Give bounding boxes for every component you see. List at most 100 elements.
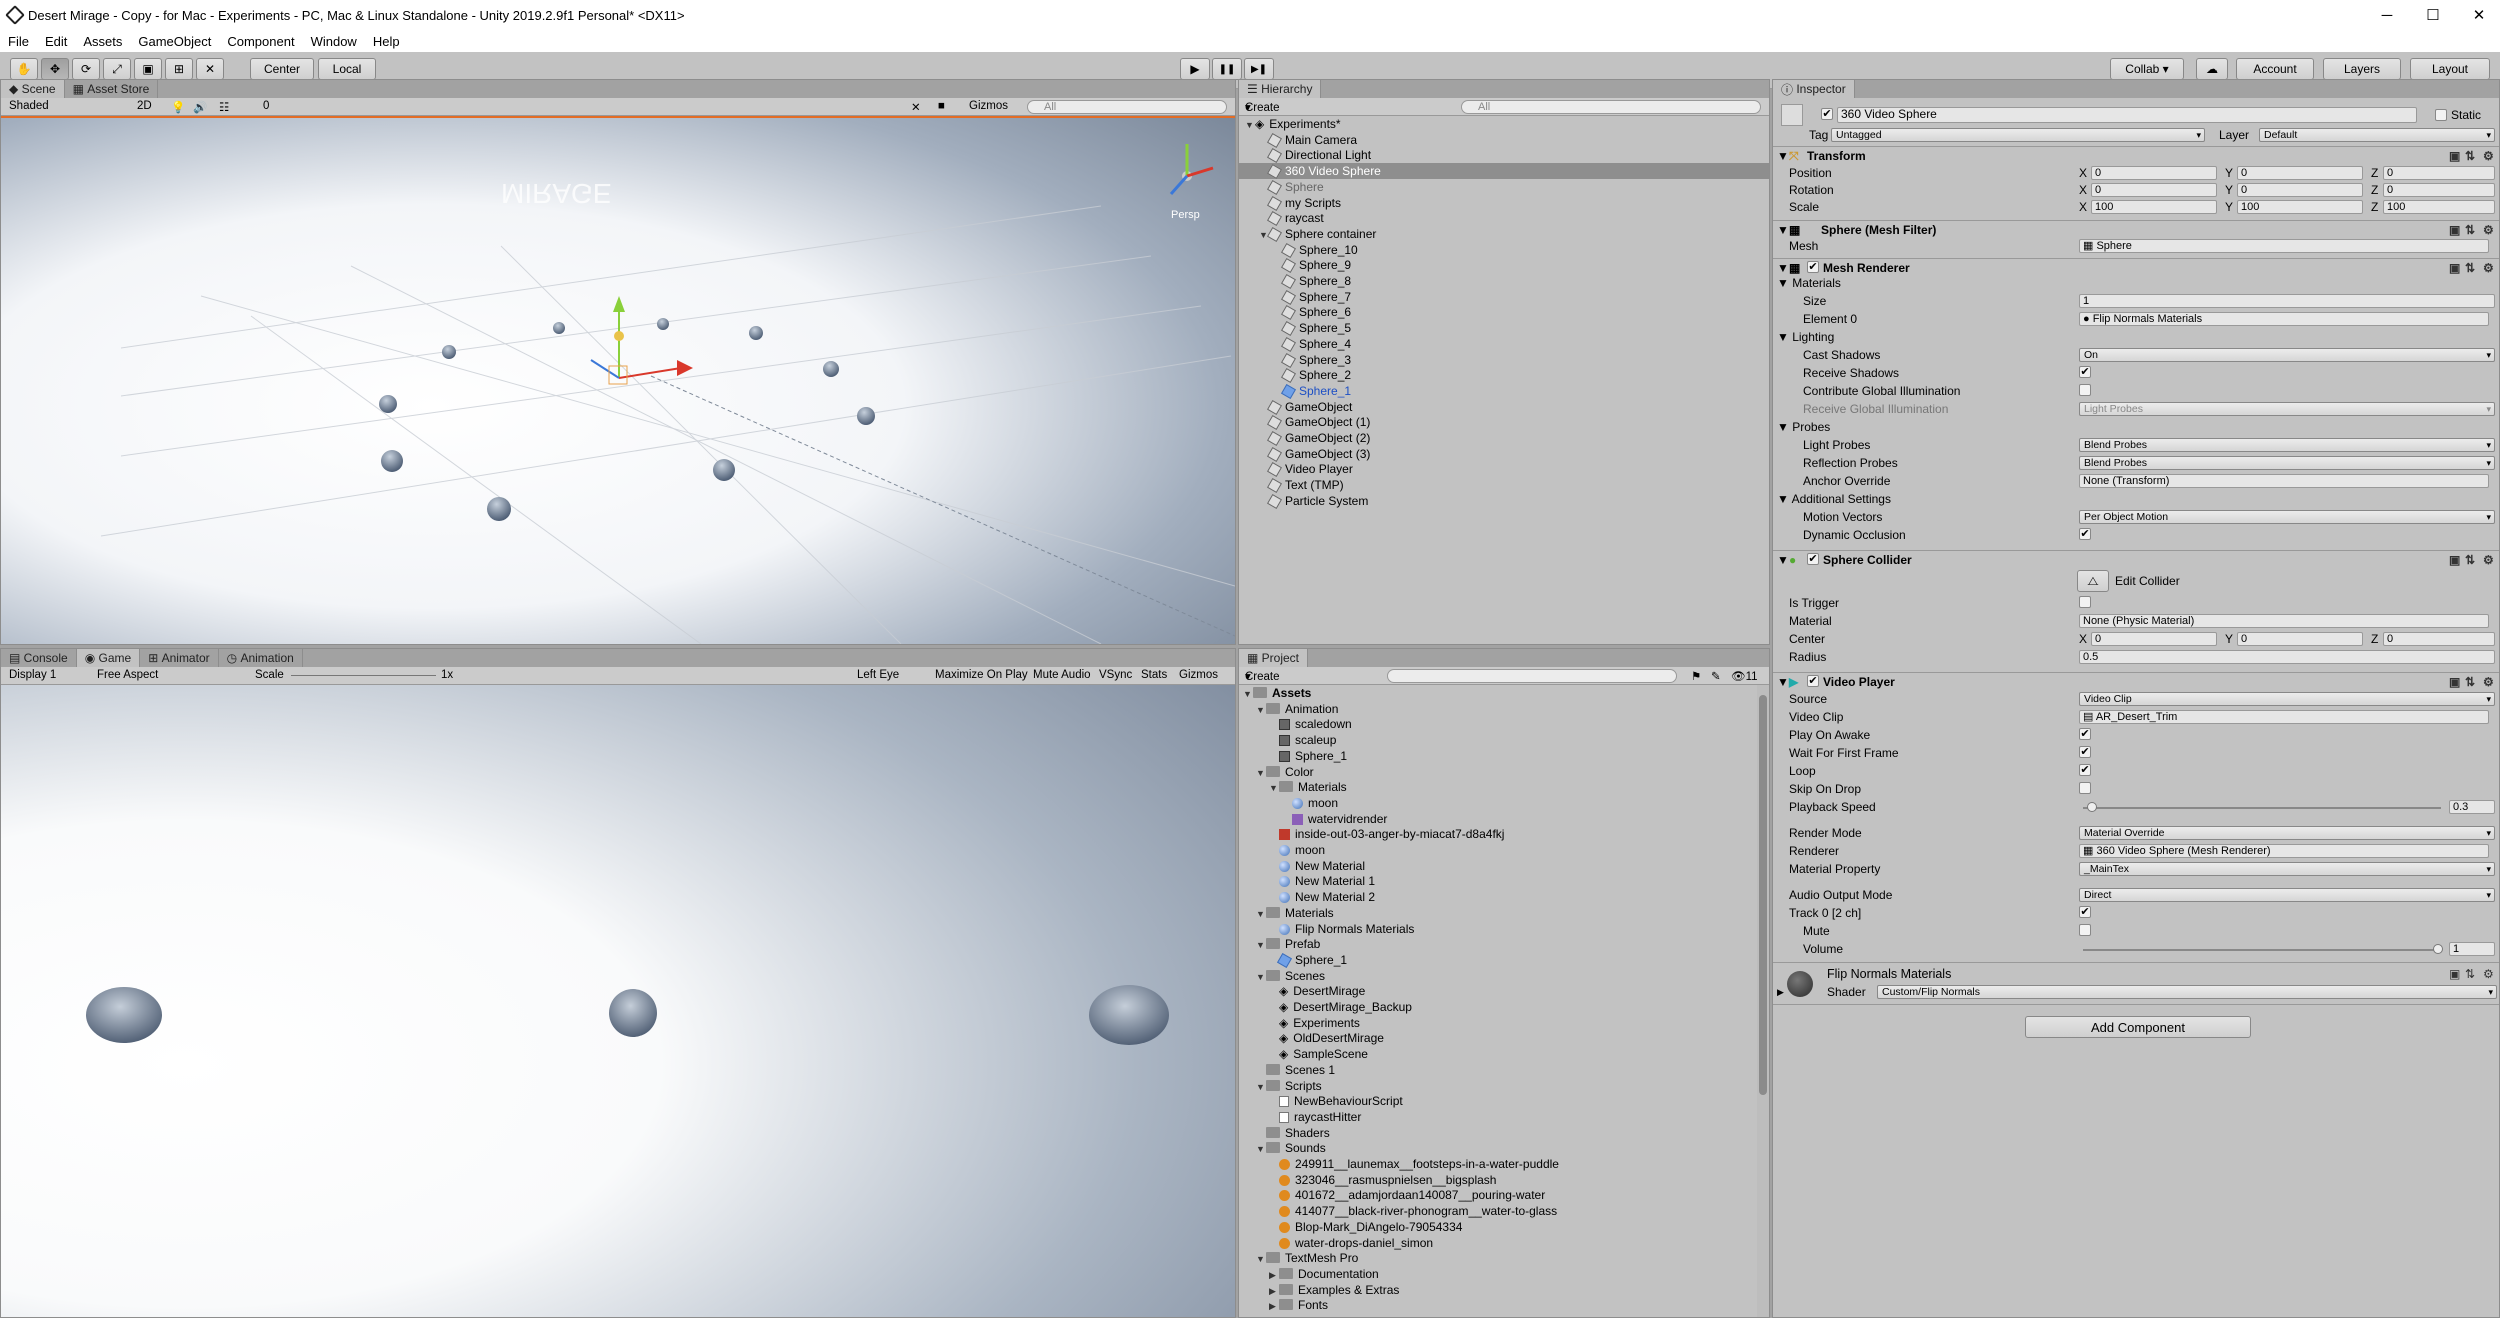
project-row[interactable]: Sphere_1 <box>1239 748 1757 764</box>
project-row[interactable]: New Material 1 <box>1239 873 1757 889</box>
tab-asset-store[interactable]: ▦ Asset Store <box>65 80 159 98</box>
play-button[interactable]: ▶ <box>1180 58 1210 80</box>
anchor-override-field[interactable]: None (Transform) <box>2079 474 2489 488</box>
hierarchy-row[interactable]: Sphere_9 <box>1239 257 1769 274</box>
rotate-tool-icon[interactable]: ⟳ <box>72 58 100 80</box>
materials-size-field[interactable]: 1 <box>2079 294 2495 308</box>
collab-button[interactable]: Collab ▾ <box>2110 58 2184 80</box>
layers-dropdown[interactable]: Layers <box>2323 58 2401 80</box>
foldout-arrow-icon[interactable]: ▼ <box>1256 937 1266 953</box>
active-checkbox[interactable]: ✔ <box>1821 108 1833 120</box>
hierarchy-row[interactable]: GameObject (2) <box>1239 430 1769 447</box>
transform-pos-y-field[interactable]: 0 <box>2237 166 2363 180</box>
hierarchy-row[interactable]: Particle System <box>1239 493 1769 509</box>
hierarchy-row[interactable]: ▼◈ Experiments* <box>1239 116 1769 132</box>
track0-checkbox[interactable]: ✔ <box>2079 906 2091 918</box>
hierarchy-row[interactable]: Sphere_8 <box>1239 273 1769 290</box>
gameobject-name-field[interactable]: 360 Video Sphere <box>1837 107 2417 123</box>
minimize-button[interactable]: ─ <box>2364 0 2410 30</box>
layout-dropdown[interactable]: Layout <box>2410 58 2490 80</box>
project-row[interactable]: 323046__rasmuspnielsen__bigsplash <box>1239 1172 1757 1188</box>
project-row[interactable]: scaledown <box>1239 716 1757 732</box>
sphere-collider-enabled-checkbox[interactable]: ✔ <box>1807 553 1819 565</box>
playback-speed-thumb[interactable] <box>2087 802 2097 812</box>
edit-collider-button[interactable]: ⧍ <box>2077 570 2109 592</box>
transform-pos-x-field[interactable]: 0 <box>2091 166 2217 180</box>
source-dropdown[interactable]: Video Clip <box>2079 692 2495 706</box>
hierarchy-row[interactable]: Sphere_1 <box>1239 383 1769 399</box>
project-row[interactable]: ▶ Documentation <box>1239 1266 1757 1282</box>
game-viewport[interactable] <box>1 685 1235 1317</box>
filter-type-icon[interactable]: ⚑ <box>1691 669 1701 683</box>
project-row[interactable]: New Material <box>1239 858 1757 874</box>
hierarchy-row[interactable]: Sphere_7 <box>1239 289 1769 305</box>
audio-output-mode-dropdown[interactable]: Direct <box>2079 888 2495 902</box>
volume-slider[interactable] <box>2083 949 2441 951</box>
camera-icon[interactable]: ■ <box>938 100 945 112</box>
project-row[interactable]: scaleup <box>1239 732 1757 748</box>
lighting-icon[interactable]: 💡 <box>171 100 185 114</box>
tab-inspector[interactable]: ⓘ Inspector <box>1773 80 1855 98</box>
hierarchy-row[interactable]: Sphere_10 <box>1239 242 1769 258</box>
play-on-awake-checkbox[interactable]: ✔ <box>2079 728 2091 740</box>
foldout-arrow-icon[interactable]: ▶ <box>1269 1298 1279 1314</box>
renderer-field[interactable]: ▦ 360 Video Sphere (Mesh Renderer) <box>2079 844 2489 858</box>
scene-search-input[interactable]: All <box>1027 100 1227 114</box>
material-property-dropdown[interactable]: _MainTex <box>2079 862 2495 876</box>
gizmos-dropdown[interactable]: Gizmos <box>969 100 1008 112</box>
hierarchy-row[interactable]: Sphere_6 <box>1239 304 1769 321</box>
mesh-filter-header[interactable]: ▼ ▦ Sphere (Mesh Filter) ▣ ⇅ ⚙ <box>1773 220 2499 238</box>
project-row[interactable]: ▼ TextMesh Pro <box>1239 1250 1757 1266</box>
account-dropdown[interactable]: Account <box>2236 58 2314 80</box>
project-row[interactable]: ▼ Scenes <box>1239 968 1757 984</box>
project-row[interactable]: moon <box>1239 795 1757 811</box>
game-gizmos-dropdown[interactable]: Gizmos <box>1179 669 1218 681</box>
tag-dropdown[interactable]: Untagged <box>1831 128 2205 142</box>
project-row[interactable]: ◈ Experiments <box>1239 1015 1757 1031</box>
probes-foldout[interactable]: ▼ Probes <box>1777 420 1830 434</box>
hierarchy-row[interactable]: Main Camera <box>1239 132 1769 148</box>
tab-project[interactable]: ▦ Project <box>1239 649 1309 667</box>
light-probes-dropdown[interactable]: Blend Probes <box>2079 438 2495 452</box>
tab-game[interactable]: ◉ Game <box>76 649 141 667</box>
center-y-field[interactable]: 0 <box>2237 632 2363 646</box>
cast-shadows-dropdown[interactable]: On <box>2079 348 2495 362</box>
hierarchy-search-input[interactable]: All <box>1461 100 1761 114</box>
foldout-arrow-icon[interactable]: ▼ <box>1269 780 1279 796</box>
tab-animation[interactable]: ◷ Animation <box>219 649 303 667</box>
tools-icon[interactable]: ✕ <box>911 100 921 114</box>
display-dropdown[interactable]: Display 1 <box>9 669 56 681</box>
hand-tool-icon[interactable]: ✋ <box>10 58 38 80</box>
vsync-toggle[interactable]: VSync <box>1099 669 1132 681</box>
mute-checkbox[interactable] <box>2079 924 2091 936</box>
pivot-space-button[interactable]: Local <box>318 58 376 80</box>
hierarchy-row[interactable]: GameObject (3) <box>1239 446 1769 462</box>
scale-slider[interactable] <box>291 675 436 676</box>
motion-vectors-dropdown[interactable]: Per Object Motion <box>2079 510 2495 524</box>
tab-scene[interactable]: ◆ Scene <box>1 80 65 98</box>
playback-speed-field[interactable]: 0.3 <box>2449 800 2495 814</box>
filter-label-icon[interactable]: ✎ <box>1711 669 1721 683</box>
menu-file[interactable]: File <box>0 34 37 49</box>
maximize-button[interactable]: ☐ <box>2410 0 2456 30</box>
foldout-arrow-icon[interactable]: ▶ <box>1269 1283 1279 1299</box>
tab-hierarchy[interactable]: ☰ Hierarchy <box>1239 80 1322 98</box>
hierarchy-row[interactable]: ▼ Sphere container <box>1239 226 1769 242</box>
project-row[interactable]: ▼ Assets <box>1239 685 1757 701</box>
maximize-on-play-toggle[interactable]: Maximize On Play <box>935 669 1028 681</box>
foldout-arrow-icon[interactable]: ▼ <box>1256 906 1266 922</box>
skip-on-drop-checkbox[interactable] <box>2079 782 2091 794</box>
project-row[interactable]: ▼ Sounds <box>1239 1140 1757 1156</box>
foldout-arrow-icon[interactable]: ▶ <box>1269 1267 1279 1283</box>
playback-speed-slider[interactable] <box>2083 807 2441 809</box>
project-row[interactable]: Scenes 1 <box>1239 1062 1757 1078</box>
is-trigger-checkbox[interactable] <box>2079 596 2091 608</box>
hierarchy-row[interactable]: GameObject (1) <box>1239 414 1769 431</box>
project-row[interactable]: water-drops-daniel_simon <box>1239 1235 1757 1251</box>
hierarchy-row[interactable]: 360 Video Sphere <box>1239 163 1769 180</box>
scene-viewport[interactable]: MIRAGE Persp <box>1 116 1235 644</box>
hierarchy-row[interactable]: Sphere_5 <box>1239 320 1769 337</box>
audio-icon[interactable]: 🔊 <box>193 100 207 114</box>
project-row[interactable]: 401672__adamjordaan140087__pouring-water <box>1239 1187 1757 1203</box>
hierarchy-row[interactable]: Sphere <box>1239 179 1769 195</box>
